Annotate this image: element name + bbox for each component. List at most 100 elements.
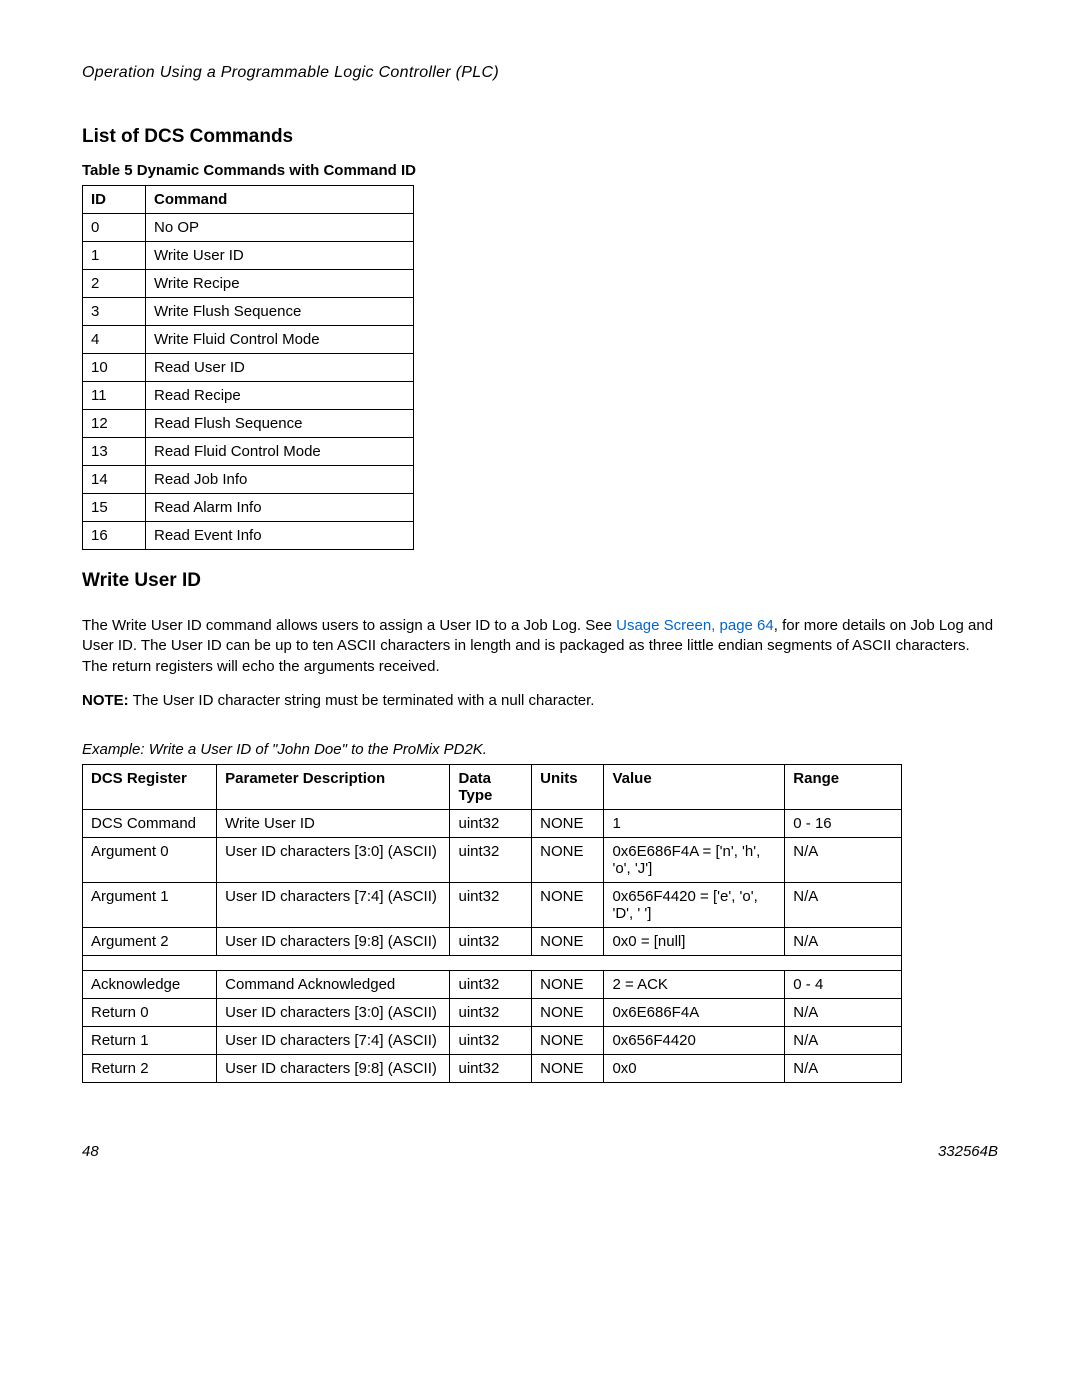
cell-command: Write User ID xyxy=(146,242,414,270)
cell-units: NONE xyxy=(532,928,604,956)
cell-desc: User ID characters [3:0] (ASCII) xyxy=(217,999,450,1027)
table-row: 3Write Flush Sequence xyxy=(83,298,414,326)
table-row: 10Read User ID xyxy=(83,354,414,382)
cell-command: Read Event Info xyxy=(146,522,414,550)
note-text: The User ID character string must be ter… xyxy=(129,692,595,709)
cell-range: N/A xyxy=(785,1055,902,1083)
cell-type: uint32 xyxy=(450,928,532,956)
cell-reg: Return 1 xyxy=(83,1027,217,1055)
cell-id: 12 xyxy=(83,410,146,438)
cell-value: 0x0 xyxy=(604,1055,785,1083)
th-range: Range xyxy=(785,765,902,810)
th-register: DCS Register xyxy=(83,765,217,810)
note-paragraph: NOTE: The User ID character string must … xyxy=(82,691,998,711)
table-row: 15Read Alarm Info xyxy=(83,494,414,522)
example-table: DCS Register Parameter Description Data … xyxy=(82,764,902,1083)
cell-reg: Argument 2 xyxy=(83,928,217,956)
section-header: Operation Using a Programmable Logic Con… xyxy=(82,64,998,82)
table-row: AcknowledgeCommand Acknowledgeduint32NON… xyxy=(83,971,902,999)
heading-write-user-id: Write User ID xyxy=(82,570,998,592)
cell-type: uint32 xyxy=(450,810,532,838)
cell-desc: User ID characters [7:4] (ASCII) xyxy=(217,1027,450,1055)
cell-type: uint32 xyxy=(450,838,532,883)
th-command: Command xyxy=(146,186,414,214)
table-row: Argument 0User ID characters [3:0] (ASCI… xyxy=(83,838,902,883)
cell-value: 0x656F4420 xyxy=(604,1027,785,1055)
cell-id: 15 xyxy=(83,494,146,522)
page-number: 48 xyxy=(82,1143,99,1160)
cell-range: N/A xyxy=(785,1027,902,1055)
cell-range: 0 - 4 xyxy=(785,971,902,999)
th-description: Parameter Description xyxy=(217,765,450,810)
table-row: 12Read Flush Sequence xyxy=(83,410,414,438)
table-row: Return 0User ID characters [3:0] (ASCII)… xyxy=(83,999,902,1027)
dcs-commands-table: ID Command 0No OP1Write User ID2Write Re… xyxy=(82,185,414,550)
cell-command: Read Alarm Info xyxy=(146,494,414,522)
cell-units: NONE xyxy=(532,1055,604,1083)
cell-reg: DCS Command xyxy=(83,810,217,838)
cell-type: uint32 xyxy=(450,883,532,928)
cell-range: N/A xyxy=(785,999,902,1027)
table-row: 0No OP xyxy=(83,214,414,242)
cell-id: 4 xyxy=(83,326,146,354)
cell-range: N/A xyxy=(785,928,902,956)
th-value: Value xyxy=(604,765,785,810)
cell-range: N/A xyxy=(785,838,902,883)
cell-range: 0 - 16 xyxy=(785,810,902,838)
cell-command: Read Fluid Control Mode xyxy=(146,438,414,466)
th-datatype: Data Type xyxy=(450,765,532,810)
table-row: 13Read Fluid Control Mode xyxy=(83,438,414,466)
cell-command: Read Recipe xyxy=(146,382,414,410)
cell-value: 1 xyxy=(604,810,785,838)
cell-command: Write Recipe xyxy=(146,270,414,298)
cell-id: 0 xyxy=(83,214,146,242)
cell-desc: User ID characters [9:8] (ASCII) xyxy=(217,928,450,956)
usage-screen-link[interactable]: Usage Screen, page 64 xyxy=(616,617,774,634)
cell-units: NONE xyxy=(532,810,604,838)
document-id: 332564B xyxy=(938,1143,998,1160)
cell-value: 0x0 = [null] xyxy=(604,928,785,956)
th-id: ID xyxy=(83,186,146,214)
cell-units: NONE xyxy=(532,999,604,1027)
table-row: 2Write Recipe xyxy=(83,270,414,298)
cell-id: 3 xyxy=(83,298,146,326)
cell-desc: User ID characters [9:8] (ASCII) xyxy=(217,1055,450,1083)
table-row: Return 1User ID characters [7:4] (ASCII)… xyxy=(83,1027,902,1055)
cell-command: Read Flush Sequence xyxy=(146,410,414,438)
cell-units: NONE xyxy=(532,838,604,883)
th-units: Units xyxy=(532,765,604,810)
cell-id: 1 xyxy=(83,242,146,270)
cell-units: NONE xyxy=(532,883,604,928)
table-row: 16Read Event Info xyxy=(83,522,414,550)
cell-desc: Command Acknowledged xyxy=(217,971,450,999)
cell-type: uint32 xyxy=(450,1027,532,1055)
cell-desc: User ID characters [3:0] (ASCII) xyxy=(217,838,450,883)
cell-desc: User ID characters [7:4] (ASCII) xyxy=(217,883,450,928)
cell-units: NONE xyxy=(532,971,604,999)
table-spacer-row xyxy=(83,956,902,971)
cell-type: uint32 xyxy=(450,999,532,1027)
cell-id: 16 xyxy=(83,522,146,550)
cell-command: Write Flush Sequence xyxy=(146,298,414,326)
note-label: NOTE: xyxy=(82,692,129,709)
cell-type: uint32 xyxy=(450,1055,532,1083)
page-footer: 48 332564B xyxy=(82,1143,998,1160)
cell-desc: Write User ID xyxy=(217,810,450,838)
table-row: 11Read Recipe xyxy=(83,382,414,410)
cell-reg: Return 0 xyxy=(83,999,217,1027)
cell-command: No OP xyxy=(146,214,414,242)
cell-id: 13 xyxy=(83,438,146,466)
table-row: 14Read Job Info xyxy=(83,466,414,494)
cell-id: 11 xyxy=(83,382,146,410)
cell-value: 2 = ACK xyxy=(604,971,785,999)
table-row: Argument 2User ID characters [9:8] (ASCI… xyxy=(83,928,902,956)
table-row: Argument 1User ID characters [7:4] (ASCI… xyxy=(83,883,902,928)
table1-caption: Table 5 Dynamic Commands with Command ID xyxy=(82,162,998,179)
cell-reg: Argument 1 xyxy=(83,883,217,928)
table-row: 4Write Fluid Control Mode xyxy=(83,326,414,354)
cell-id: 2 xyxy=(83,270,146,298)
cell-command: Read User ID xyxy=(146,354,414,382)
cell-units: NONE xyxy=(532,1027,604,1055)
cell-type: uint32 xyxy=(450,971,532,999)
cell-range: N/A xyxy=(785,883,902,928)
